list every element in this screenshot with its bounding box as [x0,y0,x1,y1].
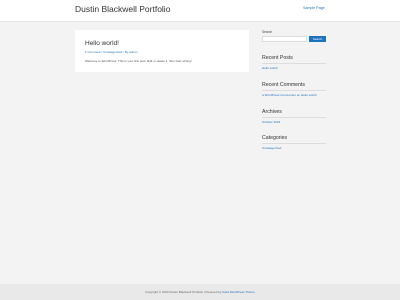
category-link[interactable]: Uncategorized [262,146,281,150]
recent-post-link[interactable]: Hello world! [262,66,278,70]
nav-item-sample-page[interactable]: Sample Page [303,6,325,10]
post-title[interactable]: Hello world! [85,40,119,47]
post-meta[interactable]: 1 Comment / Uncategorized / By admin [85,50,137,54]
archives-title: Archives [262,109,282,115]
search-button[interactable]: Search [309,36,326,42]
site-header: Dustin Blackwell Portfolio Sample Page [0,0,400,22]
archive-link[interactable]: October 2023 [262,120,280,124]
recent-comment-link[interactable]: A WordPress Commenter on Hello world! [262,93,317,97]
footer-text: Copyright © 2023 Dustin Blackwell Portfo… [0,290,400,294]
site-footer: Copyright © 2023 Dustin Blackwell Portfo… [0,284,400,300]
search-input[interactable] [262,36,307,42]
divider [262,63,326,64]
recent-comments-title: Recent Comments [262,82,305,88]
divider [262,143,326,144]
footer-copyright: Copyright © 2023 Dustin Blackwell Portfo… [145,290,222,294]
divider [262,90,326,91]
recent-posts-title: Recent Posts [262,55,293,61]
site-title[interactable]: Dustin Blackwell Portfolio [75,2,170,16]
footer-theme-link[interactable]: Astra WordPress Theme [222,290,255,294]
categories-title: Categories [262,135,288,141]
divider [262,117,326,118]
post-excerpt: Welcome to WordPress. This is your first… [85,59,192,63]
post-card: Hello world! 1 Comment / Uncategorized /… [75,30,249,72]
search-label: Search [262,30,273,34]
